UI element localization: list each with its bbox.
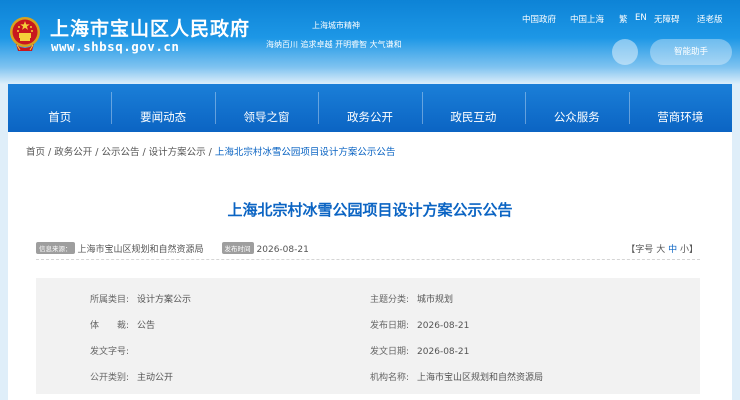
info-publish-date: 发布日期: 2026-08-21 bbox=[370, 321, 470, 331]
breadcrumb-current[interactable]: 上海北宗村冰雪公园项目设计方案公示公告 bbox=[215, 147, 396, 158]
nav-business[interactable]: 营商环境 bbox=[628, 84, 732, 132]
site-header: 上海市宝山区人民政府 www.shbsq.gov.cn 上海城市精神 海纳百川 … bbox=[0, 0, 740, 84]
main-nav: 首页 要闻动态 领导之窗 政务公开 政民互动 公众服务 营商环境 bbox=[8, 84, 732, 132]
link-accessibility[interactable]: 无障碍 bbox=[654, 13, 680, 25]
search-button[interactable] bbox=[612, 39, 638, 65]
font-size-prefix: 【字号 bbox=[626, 245, 654, 255]
site-title[interactable]: 上海市宝山区人民政府 bbox=[50, 14, 250, 41]
link-shanghai[interactable]: 中国上海 bbox=[570, 13, 604, 25]
info-public-type: 公开类别: 主动公开 bbox=[90, 373, 174, 383]
info-organization: 机构名称: 上海市宝山区规划和自然资源局 bbox=[370, 373, 544, 383]
breadcrumb: 首页 / 政务公开 / 公示公告 / 设计方案公示 / 上海北宗村冰雪公园项目设计方案公示公告 bbox=[26, 144, 395, 158]
nav-news[interactable]: 要闻动态 bbox=[111, 84, 214, 132]
info-issue-date: 发文日期: 2026-08-21 bbox=[370, 347, 470, 357]
national-emblem-icon bbox=[10, 17, 40, 51]
city-spirit-title: 上海城市精神 bbox=[312, 21, 360, 30]
font-size-medium[interactable]: 中 bbox=[668, 245, 677, 255]
nav-gov-affairs[interactable]: 政务公开 bbox=[318, 84, 421, 132]
breadcrumb-separator: / bbox=[208, 147, 212, 158]
article-panel: 首页 / 政务公开 / 公示公告 / 设计方案公示 / 上海北宗村冰雪公园项目设计方案公示公告 … bbox=[8, 132, 732, 400]
site-url: www.shbsq.gov.cn bbox=[51, 39, 180, 54]
breadcrumb-separator: / bbox=[95, 147, 99, 158]
nav-interaction[interactable]: 政民互动 bbox=[421, 84, 525, 132]
breadcrumb-design-notice[interactable]: 设计方案公示 bbox=[149, 147, 206, 158]
info-table: 所属类目: 设计方案公示 主题分类: 城市规划 体 裁: 公告 发布日期: 2026-0… bbox=[36, 278, 700, 394]
breadcrumb-separator: / bbox=[48, 147, 52, 158]
city-spirit-text: 海纳百川 追求卓越 开明睿智 大气谦和 bbox=[266, 40, 402, 49]
source-tag: 信息来源： bbox=[36, 242, 75, 254]
info-genre: 体 裁: 公告 bbox=[90, 321, 156, 331]
article-title: 上海北宗村冰雪公园项目设计方案公示公告 bbox=[227, 201, 513, 219]
font-size-suffix: 】 bbox=[688, 245, 698, 255]
font-size-switcher: 【字号 大 中 小】 bbox=[626, 242, 698, 255]
date-tag: 发布时间 bbox=[221, 242, 254, 254]
font-size-large[interactable]: 大 bbox=[656, 245, 665, 255]
nav-leaders[interactable]: 领导之窗 bbox=[214, 84, 318, 132]
nav-public-service[interactable]: 公众服务 bbox=[525, 84, 628, 132]
smart-assistant-button[interactable]: 智能助手 bbox=[650, 39, 732, 65]
article-source: 上海市宝山区规划和自然资源局 bbox=[77, 245, 204, 255]
breadcrumb-gov-affairs[interactable]: 政务公开 bbox=[54, 147, 92, 158]
breadcrumb-announcements[interactable]: 公示公告 bbox=[101, 147, 139, 158]
link-traditional[interactable]: 繁 bbox=[619, 13, 628, 25]
info-doc-number: 发文字号: bbox=[90, 347, 130, 357]
info-category: 所属类目: 设计方案公示 bbox=[90, 295, 192, 305]
link-english[interactable]: EN bbox=[635, 13, 647, 23]
font-size-small[interactable]: 小 bbox=[680, 245, 689, 255]
article-date: 2026-08-21 bbox=[256, 245, 309, 255]
breadcrumb-home[interactable]: 首页 bbox=[26, 147, 45, 158]
nav-home[interactable]: 首页 bbox=[8, 84, 111, 132]
link-elderly-mode[interactable]: 适老版 bbox=[697, 13, 723, 25]
meta-divider bbox=[36, 259, 700, 260]
link-china-gov[interactable]: 中国政府 bbox=[522, 13, 556, 25]
breadcrumb-separator: / bbox=[142, 147, 146, 158]
top-links: 中国政府 中国上海 繁 EN 无障碍 适老版 bbox=[500, 13, 740, 25]
info-topic: 主题分类: 城市规划 bbox=[370, 295, 454, 305]
article-meta: 信息来源： 上海市宝山区规划和自然资源局 发布时间 2026-08-21 bbox=[36, 242, 309, 255]
